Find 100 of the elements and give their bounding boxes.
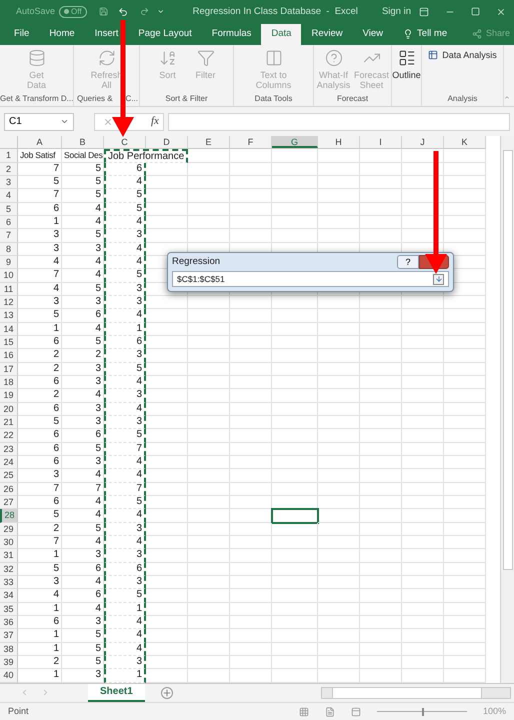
group-label: Forecast: [336, 92, 370, 105]
row-header[interactable]: 31: [0, 549, 18, 563]
table-cell: [230, 496, 272, 510]
column-header[interactable]: G: [272, 136, 318, 148]
ribbon-tab[interactable]: Formulas: [202, 24, 262, 45]
insert-function-button[interactable]: fx: [151, 113, 159, 130]
row-header[interactable]: 8: [0, 242, 18, 256]
add-sheet-icon[interactable]: [160, 686, 173, 699]
column-header[interactable]: H: [318, 136, 360, 148]
table-cell: 4: [62, 536, 104, 550]
maximize-icon[interactable]: [471, 7, 480, 16]
vertical-scrollbar[interactable]: [500, 136, 514, 683]
row-header[interactable]: 14: [0, 322, 18, 336]
row-header[interactable]: 39: [0, 656, 18, 670]
zoom-slider-thumb[interactable]: [422, 708, 424, 716]
row-header[interactable]: 37: [0, 629, 18, 643]
undo-icon[interactable]: [118, 6, 128, 18]
ribbon-display-icon[interactable]: [419, 6, 429, 17]
table-cell: [444, 642, 486, 656]
horizontal-scrollbar[interactable]: [321, 686, 511, 699]
table-cell: [272, 442, 318, 456]
row-header[interactable]: 6: [0, 216, 18, 230]
close-icon[interactable]: [496, 6, 506, 17]
help-button[interactable]: ?: [397, 255, 419, 269]
column-header[interactable]: A: [18, 136, 62, 148]
row-header[interactable]: 7: [0, 229, 18, 243]
row-header[interactable]: 10: [0, 269, 18, 283]
ribbon-tab[interactable]: Data: [261, 24, 302, 45]
normal-view-icon[interactable]: [298, 706, 309, 717]
ribbon-tab[interactable]: File: [4, 24, 40, 45]
group-label: Sort & Filter: [164, 92, 209, 105]
zoom-slider[interactable]: [376, 708, 467, 716]
column-header[interactable]: D: [146, 136, 188, 148]
row-header[interactable]: 17: [0, 362, 18, 376]
table-cell: [360, 629, 402, 643]
redo-icon[interactable]: [140, 6, 150, 18]
row-header[interactable]: 36: [0, 616, 18, 630]
scroll-right-icon[interactable]: [41, 688, 50, 698]
row-header[interactable]: 20: [0, 402, 18, 416]
row-header[interactable]: 32: [0, 562, 18, 576]
page-layout-icon[interactable]: [324, 706, 335, 717]
page-break-icon[interactable]: [350, 706, 361, 717]
row-header[interactable]: 16: [0, 349, 18, 363]
table-cell: [360, 376, 402, 390]
sheet-tab[interactable]: Sheet1: [88, 684, 145, 702]
column-header[interactable]: B: [62, 136, 104, 148]
ribbon-tab[interactable]: Review: [301, 24, 353, 45]
row-header[interactable]: 9: [0, 256, 18, 270]
ribbon-tab[interactable]: Home: [39, 24, 85, 45]
row-header[interactable]: 33: [0, 576, 18, 590]
row-header[interactable]: 13: [0, 309, 18, 323]
row-header[interactable]: 22: [0, 429, 18, 443]
scroll-left-icon[interactable]: [20, 688, 29, 698]
row-header[interactable]: 5: [0, 202, 18, 216]
table-cell: [444, 336, 486, 350]
row-header[interactable]: 23: [0, 442, 18, 456]
formula-input[interactable]: [168, 112, 510, 131]
row-header[interactable]: 19: [0, 389, 18, 403]
column-header[interactable]: J: [402, 136, 444, 148]
ribbon-tab[interactable]: Tell me: [393, 24, 458, 45]
row-header[interactable]: 25: [0, 469, 18, 483]
row-header[interactable]: 2: [0, 162, 18, 176]
row-header[interactable]: 4: [0, 189, 18, 203]
row-header[interactable]: 18: [0, 376, 18, 390]
row-header[interactable]: 15: [0, 336, 18, 350]
name-box[interactable]: C1: [4, 112, 74, 131]
row-header[interactable]: 38: [0, 642, 18, 656]
table-cell: 3: [62, 549, 104, 563]
row-header[interactable]: 21: [0, 416, 18, 430]
row-header[interactable]: 11: [0, 282, 18, 296]
cancel-icon[interactable]: [103, 116, 113, 127]
row-header[interactable]: 29: [0, 522, 18, 536]
row-header[interactable]: 27: [0, 496, 18, 510]
row-header[interactable]: 3: [0, 176, 18, 190]
row-header[interactable]: 40: [0, 669, 18, 683]
collapse-dialog-button[interactable]: [433, 274, 444, 284]
ribbon-button[interactable]: Data Analysis: [428, 48, 497, 62]
ribbon-tab[interactable]: Insert: [84, 24, 128, 45]
save-icon[interactable]: [98, 6, 108, 18]
table-cell: [272, 376, 318, 390]
column-header[interactable]: I: [360, 136, 402, 148]
row-header[interactable]: 34: [0, 589, 18, 603]
table-cell: [318, 216, 360, 230]
range-field[interactable]: $C$1:$C$51: [172, 271, 449, 287]
row-header[interactable]: 12: [0, 296, 18, 310]
row-header[interactable]: 26: [0, 482, 18, 496]
column-header[interactable]: E: [188, 136, 230, 148]
row-header[interactable]: 1: [0, 149, 18, 163]
ribbon-button[interactable]: Outline: [392, 48, 421, 80]
row-header[interactable]: 35: [0, 602, 18, 616]
ribbon-tab[interactable]: View: [352, 24, 394, 45]
row-header[interactable]: 24: [0, 456, 18, 470]
column-header[interactable]: K: [444, 136, 486, 148]
sign-in-link[interactable]: Sign in: [382, 4, 411, 19]
table-cell: [444, 416, 486, 430]
table-cell: 7: [18, 162, 62, 176]
row-header[interactable]: 28: [0, 509, 18, 523]
ribbon-tab[interactable]: Page Layout: [128, 24, 202, 45]
row-header[interactable]: 30: [0, 536, 18, 550]
table-cell: [360, 616, 402, 630]
